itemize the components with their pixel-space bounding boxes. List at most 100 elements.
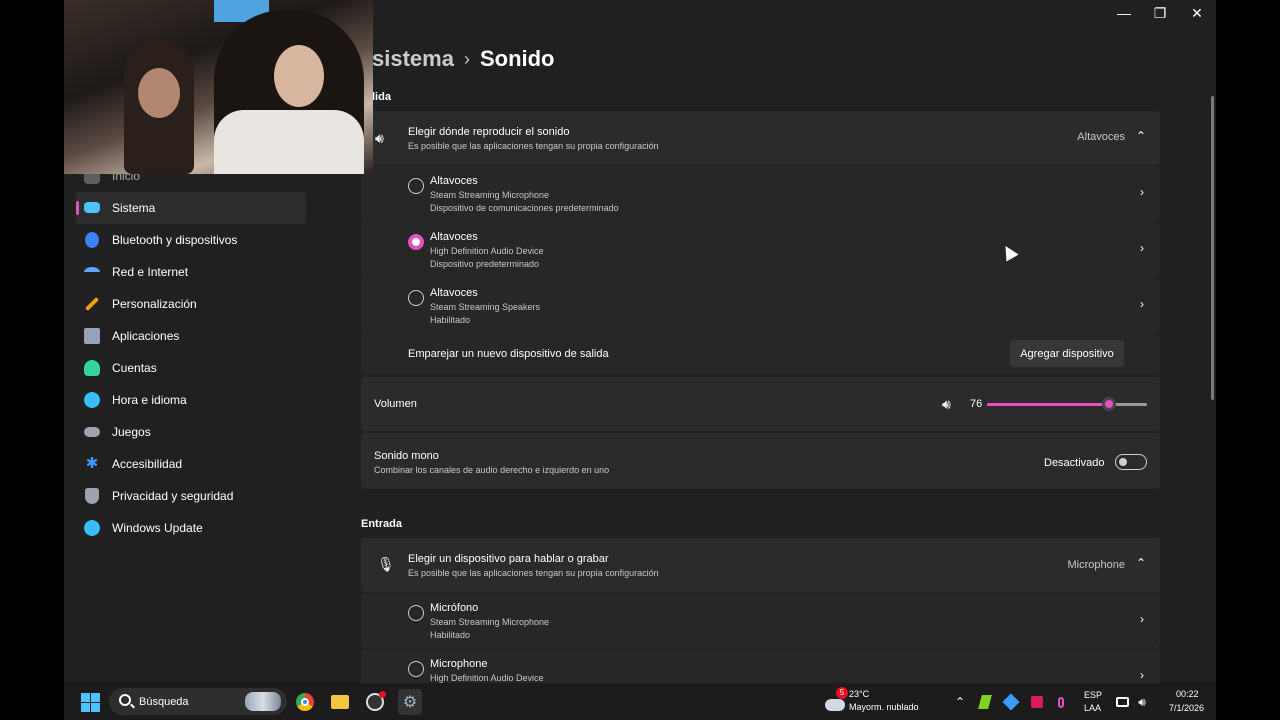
output-device-chooser[interactable]: 🔊︎ Elegir dónde reproducir el sonido Es … bbox=[361, 111, 1160, 165]
pair-output-label: Emparejar un nuevo dispositivo de salida bbox=[408, 348, 609, 360]
weather-temp[interactable]: 23°C bbox=[849, 689, 869, 699]
volume-slider[interactable] bbox=[987, 397, 1147, 411]
sidebar-item-aplicaciones[interactable]: Aplicaciones bbox=[76, 320, 306, 352]
globe-clock-icon bbox=[84, 392, 100, 408]
maximize-button[interactable]: ❐ bbox=[1142, 0, 1178, 26]
sidebar-item-red[interactable]: Red e Internet bbox=[76, 256, 306, 288]
output-chooser-subtitle: Es posible que las aplicaciones tengan s… bbox=[408, 141, 659, 151]
tray-app-icon[interactable] bbox=[978, 691, 992, 713]
breadcrumb-parent[interactable]: sistema bbox=[372, 46, 454, 72]
device-name: Altavoces bbox=[430, 287, 478, 299]
volume-slider-fill bbox=[987, 403, 1109, 406]
device-line2: Dispositivo de comunicaciones predetermi… bbox=[430, 203, 619, 213]
output-device-row[interactable]: Altavoces Steam Streaming Speakers Habil… bbox=[361, 278, 1160, 333]
sidebar-item-label: Bluetooth y dispositivos bbox=[112, 233, 238, 247]
chevron-right-icon: › bbox=[1140, 668, 1144, 682]
tray-app-icon[interactable] bbox=[1030, 691, 1044, 713]
sidebar-item-label: Juegos bbox=[112, 425, 151, 439]
mono-audio-state: Desactivado bbox=[1044, 457, 1105, 469]
clock-time[interactable]: 00:22 bbox=[1176, 689, 1199, 699]
sidebar-item-personalizacion[interactable]: Personalización bbox=[76, 288, 306, 320]
language-top[interactable]: ESP bbox=[1084, 690, 1102, 700]
output-device-row[interactable]: Altavoces High Definition Audio Device D… bbox=[361, 222, 1160, 277]
close-button[interactable]: ✕ bbox=[1179, 0, 1215, 26]
radio-button[interactable] bbox=[408, 605, 424, 621]
volume-icon[interactable]: 🔊︎ bbox=[942, 396, 951, 413]
microphone-tray-icon[interactable] bbox=[1054, 691, 1068, 713]
output-device-row[interactable]: Altavoces Steam Streaming Microphone Dis… bbox=[361, 166, 1160, 221]
input-chooser-subtitle: Es posible que las aplicaciones tengan s… bbox=[408, 568, 659, 578]
update-icon bbox=[84, 520, 100, 536]
mono-audio-toggle[interactable] bbox=[1115, 454, 1147, 470]
device-name: Micrófono bbox=[430, 602, 479, 614]
sidebar-item-label: Cuentas bbox=[112, 361, 157, 375]
sidebar-item-juegos[interactable]: Juegos bbox=[76, 416, 306, 448]
taskbar-search[interactable]: Búsqueda bbox=[109, 688, 287, 715]
device-line1: Steam Streaming Speakers bbox=[430, 302, 541, 312]
device-line2: Dispositivo predeterminado bbox=[430, 259, 540, 269]
breadcrumb: sistema › Sonido bbox=[372, 46, 555, 72]
weather-desc[interactable]: Mayorm. nublado bbox=[849, 702, 919, 712]
radio-button-selected[interactable] bbox=[408, 234, 424, 250]
chevron-right-icon: › bbox=[463, 48, 470, 69]
chevron-right-icon: › bbox=[1140, 241, 1144, 255]
brush-icon bbox=[84, 296, 100, 312]
device-line1: High Definition Audio Device bbox=[430, 246, 544, 256]
tray-app-icon[interactable] bbox=[1002, 691, 1020, 713]
chevron-right-icon: › bbox=[1140, 185, 1144, 199]
input-device-chooser[interactable]: 🎙︎ Elegir un dispositivo para hablar o g… bbox=[361, 538, 1160, 592]
person bbox=[124, 40, 194, 174]
chevron-up-tray-icon[interactable]: ⌃ bbox=[953, 691, 967, 713]
input-section-label: Entrada bbox=[361, 518, 402, 530]
sidebar-item-accesibilidad[interactable]: ✱ Accesibilidad bbox=[76, 448, 306, 480]
chevron-up-icon: ⌃ bbox=[1135, 556, 1146, 570]
settings-gear-icon[interactable]: ⚙ bbox=[398, 689, 422, 715]
page-title: Sonido bbox=[479, 46, 555, 71]
weather-icon[interactable]: 5 bbox=[824, 687, 848, 713]
wifi-icon bbox=[84, 267, 100, 277]
search-highlight-image bbox=[245, 692, 281, 711]
device-line2: Habilitado bbox=[430, 315, 471, 325]
start-windows-icon[interactable] bbox=[80, 691, 100, 713]
accessibility-icon: ✱ bbox=[85, 455, 99, 472]
clock-date[interactable]: 7/1/2026 bbox=[1169, 703, 1204, 713]
device-name: Altavoces bbox=[430, 231, 478, 243]
bluetooth-icon bbox=[85, 232, 99, 248]
sidebar-item-hora[interactable]: Hora e idioma bbox=[76, 384, 306, 416]
pair-output-row: Emparejar un nuevo dispositivo de salida… bbox=[361, 334, 1160, 374]
volume-label: Volumen bbox=[374, 398, 417, 410]
app-icon[interactable] bbox=[365, 691, 386, 713]
add-device-button[interactable]: Agregar dispositivo bbox=[1010, 340, 1124, 367]
sidebar-item-label: Red e Internet bbox=[112, 265, 189, 279]
output-section-label: lida bbox=[372, 91, 391, 103]
microphone-icon: 🎙︎ bbox=[377, 556, 395, 572]
radio-button[interactable] bbox=[408, 178, 424, 194]
file-explorer-icon[interactable] bbox=[330, 691, 350, 713]
input-chooser-title: Elegir un dispositivo para hablar o grab… bbox=[408, 553, 609, 565]
sidebar-item-label: Accesibilidad bbox=[112, 457, 183, 471]
sidebar-item-sistema[interactable]: Sistema bbox=[76, 192, 306, 224]
person-icon bbox=[84, 360, 100, 376]
sidebar-item-privacidad[interactable]: Privacidad y seguridad bbox=[76, 480, 306, 512]
scrollbar[interactable] bbox=[1211, 96, 1214, 400]
volume-row: Volumen 🔊︎ 76 bbox=[361, 377, 1160, 431]
person bbox=[214, 10, 364, 174]
search-placeholder: Búsqueda bbox=[139, 696, 189, 708]
minimize-button[interactable]: — bbox=[1106, 0, 1142, 26]
chevron-right-icon: › bbox=[1140, 612, 1144, 626]
sidebar-item-bluetooth[interactable]: Bluetooth y dispositivos bbox=[76, 224, 306, 256]
sidebar-item-cuentas[interactable]: Cuentas bbox=[76, 352, 306, 384]
input-device-row[interactable]: Microphone High Definition Audio Device … bbox=[361, 649, 1160, 683]
mono-audio-subtitle: Combinar los canales de audio derecho e … bbox=[374, 465, 610, 475]
language-bottom[interactable]: LAA bbox=[1084, 703, 1101, 713]
sidebar-item-windows-update[interactable]: Windows Update bbox=[76, 512, 306, 544]
chrome-icon[interactable] bbox=[295, 691, 315, 713]
network-icon[interactable] bbox=[1114, 691, 1130, 713]
radio-button[interactable] bbox=[408, 290, 424, 306]
volume-slider-thumb[interactable] bbox=[1101, 397, 1116, 411]
radio-button[interactable] bbox=[408, 661, 424, 677]
sidebar-item-label: Sistema bbox=[112, 201, 156, 215]
volume-tray-icon[interactable]: 🔊︎ bbox=[1134, 691, 1150, 713]
input-device-row[interactable]: Micrófono Steam Streaming Microphone Hab… bbox=[361, 593, 1160, 648]
monitor-icon bbox=[84, 202, 100, 213]
